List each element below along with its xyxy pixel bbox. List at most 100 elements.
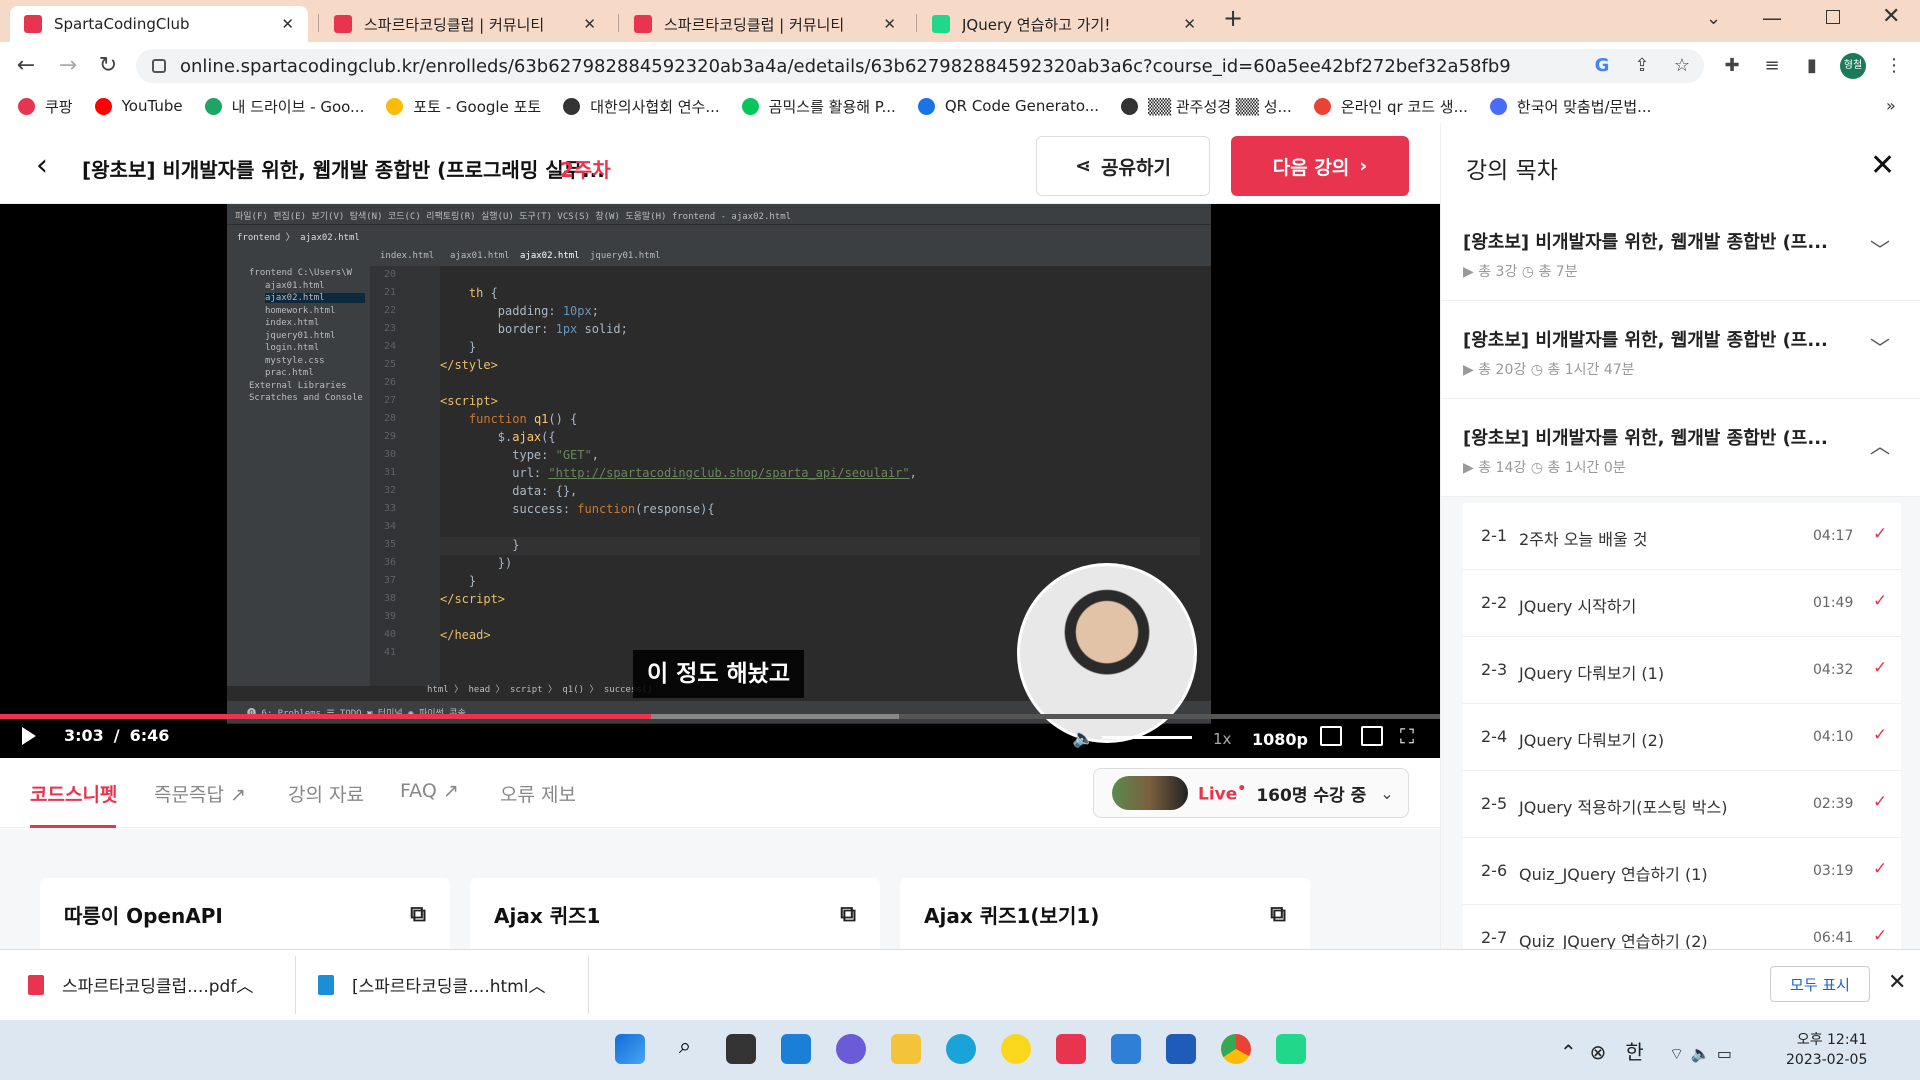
bookmark-item[interactable]: 쿠팡 <box>18 96 73 117</box>
ime-language[interactable]: 한 <box>1625 1040 1643 1064</box>
show-all-downloads-button[interactable]: 모두 표시 <box>1770 966 1870 1002</box>
reload-icon[interactable]: ↻ <box>94 52 122 80</box>
back-arrow-icon[interactable]: ← <box>12 52 40 80</box>
battery-icon[interactable]: ▭ <box>1717 1044 1732 1063</box>
ide-editor-tab: ajax02.html <box>520 251 580 261</box>
picture-in-picture-icon[interactable] <box>1361 726 1383 746</box>
fullscreen-icon[interactable]: ⛶ <box>1400 724 1414 748</box>
content-tab[interactable]: 코드스니펫 <box>30 780 117 807</box>
side-panel-icon[interactable]: ▮ <box>1800 54 1824 78</box>
playback-speed[interactable]: 1x <box>1213 730 1231 748</box>
play-icon[interactable] <box>22 727 36 745</box>
tab-close-icon[interactable]: ✕ <box>583 15 596 33</box>
lesson-item[interactable]: 2-3 JQuery 다뤄보기 (1) 04:32 ✓ <box>1463 637 1901 704</box>
share-page-icon[interactable]: ⇪ <box>1630 54 1654 78</box>
speaker-icon[interactable]: 🔈 <box>1691 1044 1711 1063</box>
extensions-icon[interactable]: ✚ <box>1720 54 1744 78</box>
google-translate-icon[interactable]: G <box>1590 54 1614 78</box>
start-icon[interactable] <box>615 1034 645 1064</box>
video-progress-bar[interactable] <box>0 714 1440 719</box>
search-icon[interactable]: ⌕ <box>670 1034 700 1064</box>
file-explorer-icon[interactable] <box>891 1034 921 1064</box>
content-tab[interactable]: FAQ ↗ <box>400 780 459 802</box>
browser-tab[interactable]: 스파르타코딩클럽 | 커뮤니티 ✕ <box>320 6 610 42</box>
media-control-icon[interactable]: ≡ <box>1760 54 1784 78</box>
tab-close-icon[interactable]: ✕ <box>883 15 896 33</box>
curriculum-section[interactable]: [왕초보] 비개발자를 위한, 웹개발 종합반 (프... ▶ 총 20강 ◷ 총… <box>1441 302 1920 399</box>
snippet-card[interactable]: 따릉이 OpenAPI ⧉ <box>40 878 450 950</box>
chat-icon[interactable] <box>836 1034 866 1064</box>
kakaotalk-icon[interactable] <box>1001 1034 1031 1064</box>
forward-arrow-icon[interactable]: → <box>54 52 82 80</box>
bookmark-item[interactable]: 곰믹스를 활용해 P... <box>741 96 896 117</box>
tab-search-icon[interactable]: ⌄ <box>1706 8 1721 29</box>
close-window-icon[interactable]: ✕ <box>1882 4 1900 29</box>
tray-chevron-icon[interactable]: ⌃ <box>1560 1040 1577 1064</box>
copy-icon[interactable]: ⧉ <box>840 902 856 927</box>
bookmark-item[interactable]: 내 드라이브 - Goo... <box>204 96 364 117</box>
widgets-icon[interactable] <box>781 1034 811 1064</box>
ide-gutter: 20 21 22 23 24 25 26 27 28 29 30 31 32 33 34 35 36 37 38 39… <box>370 266 440 686</box>
lesson-item[interactable]: 2-2 JQuery 시작하기 01:49 ✓ <box>1463 570 1901 637</box>
lesson-item[interactable]: 2-1 2주차 오늘 배울 것 04:17 ✓ <box>1463 503 1901 570</box>
captions-icon[interactable] <box>1320 726 1342 746</box>
copy-icon[interactable]: ⧉ <box>1270 902 1286 927</box>
tab-close-icon[interactable]: ✕ <box>281 15 294 33</box>
maximize-icon[interactable] <box>1826 10 1840 24</box>
wifi-icon[interactable]: ⌔ <box>1669 1044 1684 1063</box>
volume-slider[interactable] <box>1102 736 1192 739</box>
pdf-app-icon[interactable] <box>1056 1034 1086 1064</box>
minimize-icon[interactable]: — <box>1762 6 1782 30</box>
next-lecture-button[interactable]: 다음 강의 › <box>1231 136 1409 196</box>
download-item[interactable]: 스파르타코딩클럽....pdf ︿ <box>28 972 253 997</box>
volume-icon[interactable]: 🔈 <box>1072 728 1094 749</box>
ide-line-number: 32 <box>384 485 397 496</box>
curriculum-section[interactable]: [왕초보] 비개발자를 위한, 웹개발 종합반 (프... ▶ 총 14강 ◷ 총… <box>1441 400 1920 497</box>
chevron-up-icon[interactable]: ︿ <box>528 972 545 997</box>
address-bar[interactable]: online.spartacodingclub.kr/enrolleds/63b… <box>136 49 1704 83</box>
bookmark-item[interactable]: 온라인 qr 코드 생... <box>1313 96 1468 117</box>
content-tab[interactable]: 강의 자료 <box>288 780 364 807</box>
phone-app-icon[interactable] <box>1111 1034 1141 1064</box>
bookmark-item[interactable]: 한국어 맞춤법/문법... <box>1489 96 1651 117</box>
task-view-icon[interactable] <box>726 1034 756 1064</box>
bookmarks-overflow-icon[interactable]: » <box>1886 96 1896 115</box>
lesson-item[interactable]: 2-4 JQuery 다뤄보기 (2) 04:10 ✓ <box>1463 704 1901 771</box>
tab-close-icon[interactable]: ✕ <box>1183 15 1196 33</box>
snippet-card[interactable]: Ajax 퀴즈1(보기1) ⧉ <box>900 878 1310 950</box>
content-tab[interactable]: 오류 제보 <box>500 780 576 807</box>
share-button[interactable]: ⋖ 공유하기 <box>1036 136 1210 196</box>
tray-app-icon[interactable]: ⊗ <box>1589 1040 1606 1064</box>
chrome-icon[interactable] <box>1221 1034 1251 1064</box>
edge-icon[interactable] <box>946 1034 976 1064</box>
word-icon[interactable] <box>1166 1034 1196 1064</box>
live-viewers-dropdown[interactable]: Live• 160명 수강 중 ⌄ <box>1093 768 1409 818</box>
browser-tab[interactable]: 스파르타코딩클럽 | 커뮤니티 ✕ <box>620 6 910 42</box>
content-tab[interactable]: 즉문즉답 ↗ <box>154 780 246 807</box>
close-icon[interactable]: ✕ <box>1870 148 1895 183</box>
close-downloads-icon[interactable]: ✕ <box>1888 970 1906 995</box>
browser-tab[interactable]: JQuery 연습하고 가기! ✕ <box>918 6 1210 42</box>
pycharm-icon[interactable] <box>1276 1034 1306 1064</box>
bookmark-item[interactable]: YouTube <box>94 97 183 115</box>
bookmark-item[interactable]: 대한의사협회 연수... <box>563 96 720 117</box>
bookmark-item[interactable]: QR Code Generato... <box>917 97 1099 115</box>
download-item[interactable]: [스파르타코딩클....html ︿ <box>318 972 545 997</box>
copy-icon[interactable]: ⧉ <box>410 902 426 927</box>
bookmark-item[interactable]: ▒▒ 관주성경 ▒▒ 성... <box>1121 96 1292 117</box>
back-chevron-icon[interactable]: ‹ <box>36 148 48 183</box>
curriculum-section[interactable]: [왕초보] 비개발자를 위한, 웹개발 종합반 (프... ▶ 총 3강 ◷ 총 … <box>1441 204 1920 301</box>
snippet-card[interactable]: Ajax 퀴즈1 ⧉ <box>470 878 880 950</box>
lesson-item[interactable]: 2-5 JQuery 적용하기(포스팅 박스) 02:39 ✓ <box>1463 771 1901 838</box>
chevron-up-icon[interactable]: ︿ <box>236 972 253 997</box>
lesson-item[interactable]: 2-7 Quiz_JQuery 연습하기 (2) 06:41 ✓ <box>1463 905 1901 949</box>
quality-selector[interactable]: 1080p <box>1252 730 1308 749</box>
bookmark-star-icon[interactable]: ☆ <box>1670 54 1694 78</box>
clock[interactable]: 오후 12:41 2023-02-05 <box>1786 1030 1867 1070</box>
bookmark-item[interactable]: 포토 - Google 포토 <box>386 96 541 117</box>
menu-kebab-icon[interactable]: ⋮ <box>1882 54 1906 78</box>
new-tab-button[interactable]: + <box>1223 4 1243 32</box>
browser-tab[interactable]: SpartaCodingClub ✕ <box>10 6 308 42</box>
profile-avatar[interactable]: 형철 <box>1840 53 1866 79</box>
lesson-item[interactable]: 2-6 Quiz_JQuery 연습하기 (1) 03:19 ✓ <box>1463 838 1901 905</box>
